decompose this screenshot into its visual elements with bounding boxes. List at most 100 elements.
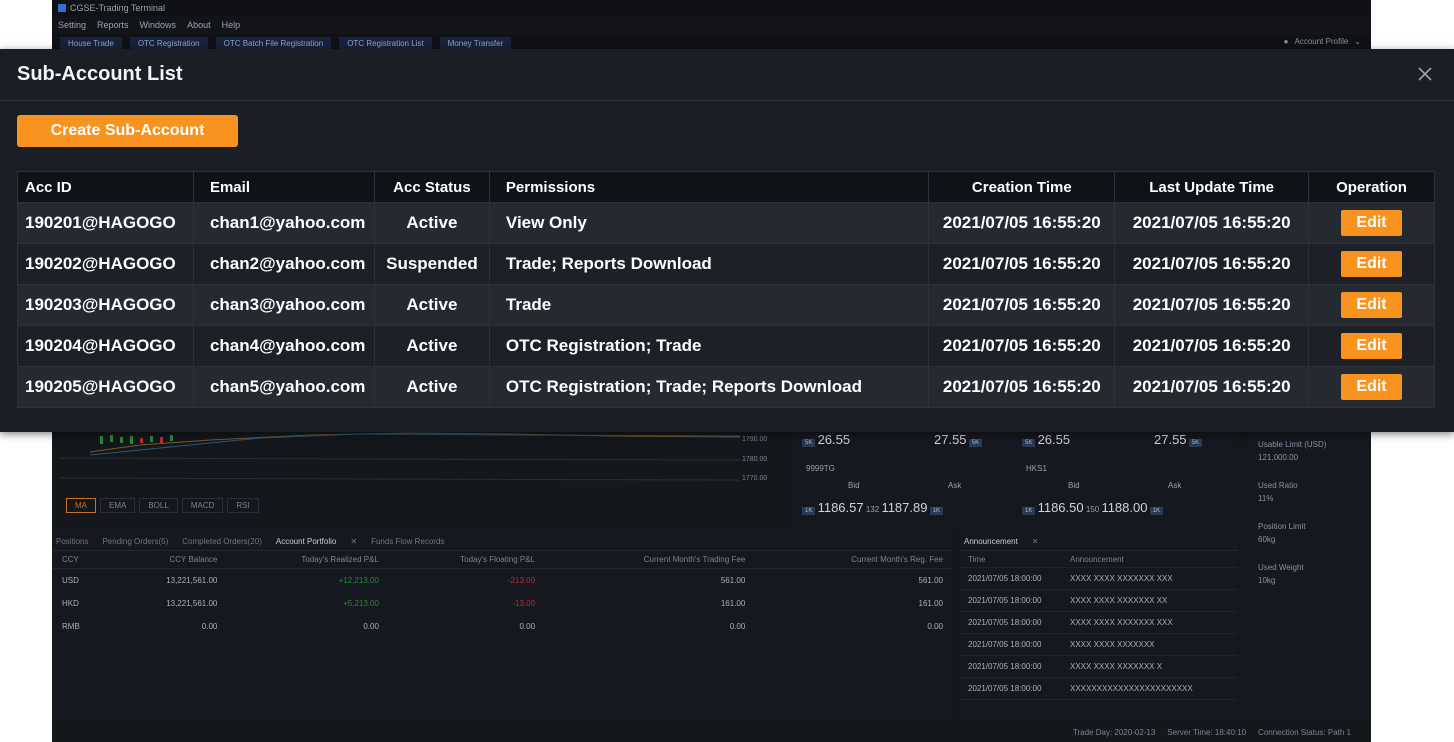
list-item[interactable]: 2021/07/05 18:00:00 XXXX XXXX XXXXXXX [960, 634, 1238, 656]
tab-account-portfolio[interactable]: Account Portfolio [276, 537, 336, 546]
status-cell: Suspended [373, 243, 490, 285]
quote-box[interactable]: 5K 26.55 27.55 5K 9999TG Bid Ask 1K 1186… [798, 430, 1004, 515]
quote-box[interactable]: 5K 26.55 27.55 5K HKS1 Bid Ask 1K 1186.5… [1018, 430, 1224, 515]
ask-lot: 5K [1188, 439, 1203, 447]
bid-lot: 5K [1022, 439, 1036, 447]
price-axis-label: 1780.00 [742, 456, 768, 463]
permissions-cell: OTC Registration; Trade [488, 325, 930, 367]
trade-day: Trade Day: 2020-02-13 [1072, 727, 1156, 737]
price-axis-label: 1790.00 [742, 436, 768, 443]
column-header: Current Month's Trading Fee [536, 551, 747, 569]
tab-completed-orders[interactable]: Completed Orders(20) [182, 537, 262, 546]
title-bar: CGSE-Trading Terminal [52, 0, 1371, 16]
indicator-rsi[interactable]: RSI [227, 498, 259, 513]
app-logo-icon [58, 4, 66, 12]
trading-fee-cell: 161.00 [720, 599, 746, 608]
quote-symbol: 9999TG [806, 464, 835, 473]
last-update-time-cell: 2021/07/05 16:55:20 [1114, 243, 1310, 285]
announcement-time: 2021/07/05 18:00:00 [968, 640, 1042, 649]
table-row[interactable]: 190202@HAGOGO chan2@yahoo.com Suspended … [17, 243, 1435, 285]
permissions-cell: OTC Registration; Trade; Reports Downloa… [488, 366, 930, 408]
edit-button[interactable]: Edit [1341, 251, 1403, 277]
tab-positions[interactable]: Positions [56, 537, 88, 546]
table-row[interactable]: 190201@HAGOGO chan1@yahoo.com Active Vie… [17, 202, 1435, 244]
last-update-time-cell: 2021/07/05 16:55:20 [1114, 366, 1310, 408]
column-header: CCY [52, 551, 111, 569]
edit-button[interactable]: Edit [1341, 292, 1403, 318]
announcement-text: XXXX XXXX XXXXXXX XXX [1070, 618, 1173, 627]
table-row[interactable]: USD 13,221,561.00 +12,213.00 -213.00 561… [52, 569, 951, 593]
portfolio-table: CCY CCY Balance Today's Realized P&L Tod… [52, 551, 951, 638]
creation-time-cell: 2021/07/05 16:55:20 [928, 284, 1116, 326]
balance-cell: 13,221,561.00 [166, 599, 218, 608]
reg-fee-cell: 561.00 [918, 576, 943, 585]
ccy-cell: USD [62, 576, 79, 585]
list-item[interactable]: 2021/07/05 18:00:00 XXXX XXXX XXXXXXX XXX [960, 568, 1238, 590]
bid-lot: 5K [802, 439, 816, 447]
menu-about[interactable]: About [187, 20, 211, 30]
list-item[interactable]: 2021/07/05 18:00:00 XXXX XXXX XXXXXXX X [960, 656, 1238, 678]
table-row[interactable]: 190204@HAGOGO chan4@yahoo.com Active OTC… [17, 325, 1435, 367]
close-icon[interactable] [1414, 63, 1436, 85]
list-item[interactable]: 2021/07/05 18:00:00 XXXX XXXX XXXXXXX XX [960, 590, 1238, 612]
price-axis-label: 1770.00 [742, 475, 768, 482]
column-header-email[interactable]: Email [192, 171, 375, 203]
tab-announcement[interactable]: Announcement [964, 537, 1018, 546]
email-cell: chan1@yahoo.com [192, 202, 375, 244]
indicator-ema[interactable]: EMA [100, 498, 136, 513]
ema-line [89, 433, 741, 456]
app-title: CGSE-Trading Terminal [70, 3, 166, 13]
indicator-boll[interactable]: BOLL [139, 498, 178, 513]
column-header-acc-id[interactable]: Acc ID [17, 171, 194, 203]
announcement-time: 2021/07/05 18:00:00 [968, 684, 1042, 693]
creation-time-cell: 2021/07/05 16:55:20 [928, 243, 1116, 285]
tab-pending-orders[interactable]: Pending Orders(5) [102, 537, 168, 546]
column-header-creation-time[interactable]: Creation Time [928, 171, 1116, 203]
indicator-macd[interactable]: MACD [181, 498, 224, 513]
ask-price: 27.55 [1154, 432, 1187, 447]
list-item[interactable]: 2021/07/05 18:00:00 XXXXXXXXXXXXXXXXXXXXX… [960, 678, 1238, 700]
column-header: CCY Balance [110, 551, 219, 569]
email-cell: chan3@yahoo.com [192, 284, 375, 326]
floating-pl-cell: -213.00 [507, 576, 536, 585]
operation-cell: Edit [1308, 325, 1435, 367]
tab-funds-flow-records[interactable]: Funds Flow Records [371, 537, 444, 546]
edit-button[interactable]: Edit [1341, 210, 1403, 236]
last-update-time-cell: 2021/07/05 16:55:20 [1114, 202, 1310, 244]
email-cell: chan4@yahoo.com [192, 325, 375, 367]
menu-setting[interactable]: Setting [58, 20, 86, 30]
status-bar: Trade Day: 2020-02-13 Server Time: 18:40… [52, 722, 1371, 742]
ask-lot: 5K [968, 439, 983, 447]
column-header: Time [968, 554, 986, 564]
ask-price: 1188.00 [1101, 500, 1148, 515]
menu-windows[interactable]: Windows [140, 20, 177, 30]
status-cell: Active [373, 366, 490, 408]
indicator-ma[interactable]: MA [66, 498, 96, 513]
column-header-last-update-time[interactable]: Last Update Time [1114, 171, 1310, 203]
user-icon: ● [1283, 37, 1289, 46]
email-cell: chan5@yahoo.com [192, 366, 375, 408]
menu-reports[interactable]: Reports [97, 20, 129, 30]
list-item[interactable]: 2021/07/05 18:00:00 XXXX XXXX XXXXXXX XXX [960, 612, 1238, 634]
table-row[interactable]: HKD 13,221,561.00 +5,213.00 -13.00 161.0… [52, 592, 951, 615]
edit-button[interactable]: Edit [1341, 333, 1403, 359]
column-header: Announcement [1070, 554, 1124, 564]
announcement-text: XXXX XXXX XXXXXXX [1070, 640, 1155, 649]
table-row[interactable]: 190205@HAGOGO chan5@yahoo.com Active OTC… [17, 366, 1435, 408]
edit-button[interactable]: Edit [1341, 374, 1403, 400]
column-header-permissions[interactable]: Permissions [488, 171, 930, 203]
dialog-title: Sub-Account List [17, 63, 183, 85]
close-icon[interactable]: ✕ [1032, 537, 1039, 546]
table-row[interactable]: RMB 0.00 0.00 0.00 0.00 0.00 [52, 615, 951, 638]
column-header-status[interactable]: Acc Status [373, 171, 490, 203]
limit-label: Used Weight [1258, 563, 1304, 572]
table-row[interactable]: 190203@HAGOGO chan3@yahoo.com Active Tra… [17, 284, 1435, 326]
create-sub-account-button[interactable]: Create Sub-Account [17, 115, 238, 147]
account-profile-menu[interactable]: ● Account Profile ⌄ [1284, 37, 1361, 46]
close-icon[interactable]: ✕ [350, 537, 357, 546]
menu-help[interactable]: Help [222, 20, 241, 30]
realized-pl-cell: 0.00 [363, 622, 379, 631]
column-header: Current Month's Reg. Fee [746, 551, 951, 569]
status-cell: Active [373, 325, 490, 367]
nav-bar: House Trade OTC Registration OTC Batch F… [52, 34, 1371, 50]
